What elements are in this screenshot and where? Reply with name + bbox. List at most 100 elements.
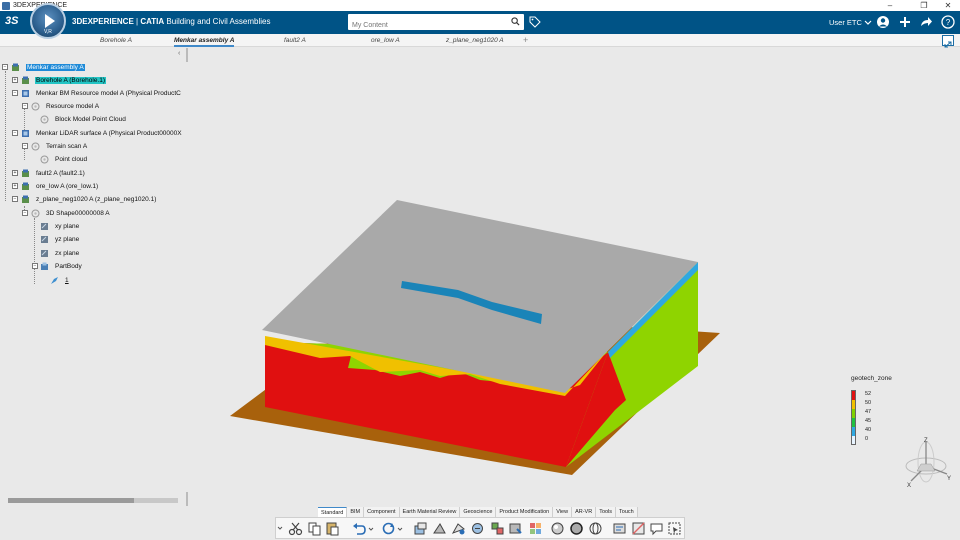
tree-node[interactable]: − z_plane_neg1020 A (z_plane_neg1020.1) [0,194,157,205]
collapse-icon[interactable]: − [22,143,28,149]
measure-icon[interactable] [612,521,627,536]
shading-icon[interactable] [550,521,565,536]
collapse-icon[interactable]: − [12,90,18,96]
plus-icon[interactable] [898,15,912,29]
cmdtab-product-modification[interactable]: Product Modification [496,507,554,517]
tree-label[interactable]: Menkar BM Resource model A (Physical Pro… [35,90,182,97]
expand-icon[interactable]: + [12,77,18,83]
cmdtab-bim[interactable]: BIM [347,507,365,517]
chevron-down-icon[interactable] [864,19,872,27]
wireframe-icon[interactable] [588,521,603,536]
cmdtab-earth-material-review[interactable]: Earth Material Review [399,507,461,517]
compass-button[interactable]: V,R [30,3,66,39]
search-input[interactable] [348,17,498,34]
tree-node[interactable]: + Borehole A (Borehole.1) [0,75,107,86]
tree-node[interactable]: + fault2 A (fault2.1) [0,168,86,179]
tree-node[interactable]: 1 [0,275,70,286]
tree-label[interactable]: Block Model Point Cloud [54,116,127,123]
tab-fault2[interactable]: fault2 A [284,34,306,47]
cut-icon[interactable] [288,521,303,536]
cmdtab-geoscience[interactable]: Geoscience [460,507,497,517]
profile-icon[interactable] [876,15,890,29]
close-button[interactable]: ✕ [938,0,958,11]
cmdtab-touch[interactable]: Touch [616,507,638,517]
cmdtab-standard[interactable]: Standard [318,507,348,517]
tree-label[interactable]: Menkar LiDAR surface A (Physical Product… [35,130,183,137]
cmdtab-view[interactable]: View [553,507,573,517]
insert-shape-icon[interactable] [432,521,447,536]
tree-node[interactable]: yz plane [0,234,80,245]
panel-splitter[interactable] [186,48,188,62]
tree-label[interactable]: Borehole A (Borehole.1) [35,77,107,84]
minimize-button[interactable]: – [880,0,900,11]
fullscreen-button[interactable] [942,35,954,48]
tree-label[interactable]: 3D Shape00000008 A [45,210,111,217]
tree-node[interactable]: − Menkar LiDAR surface A (Physical Produ… [0,128,183,139]
collapse-icon[interactable]: − [22,210,28,216]
section-icon[interactable] [631,521,646,536]
tree-label[interactable]: zx plane [54,250,80,257]
user-name[interactable]: User ETC [829,18,862,27]
tree-node[interactable]: zx plane [0,248,80,259]
tree-node[interactable]: − Resource model A [0,101,100,112]
tree-label[interactable]: z_plane_neg1020 A (z_plane_neg1020.1) [35,196,157,203]
cmdtab-tools[interactable]: Tools [596,507,617,517]
help-icon[interactable]: ? [941,15,955,29]
undo-icon[interactable] [352,521,367,536]
tree-label[interactable]: fault2 A (fault2.1) [35,170,86,177]
tree-node[interactable]: − Menkar BM Resource model A (Physical P… [0,88,182,99]
tab-ore-low[interactable]: ore_low A [371,34,400,47]
share-icon[interactable] [919,15,933,29]
add-tab-button[interactable]: + [523,34,528,47]
tree-label[interactable]: PartBody [54,263,83,270]
insert-existing-icon[interactable] [451,521,466,536]
actionbar-menu-icon[interactable] [276,521,284,536]
tab-menkar-assembly[interactable]: Menkar assembly A [174,34,235,47]
search-icon[interactable] [511,17,520,26]
tree-node[interactable]: − Terrain scan A [0,141,88,152]
tree-label[interactable]: Point cloud [54,156,88,163]
tree-node[interactable]: − PartBody [0,261,83,272]
cmdtab-ar-vr[interactable]: AR-VR [572,507,597,517]
tree-node[interactable]: Point cloud [0,154,88,165]
tree-node[interactable]: − Menkar assembly A [0,62,85,73]
collapse-icon[interactable]: − [12,196,18,202]
tag-icon[interactable] [529,16,541,28]
shading-edges-icon[interactable] [569,521,584,536]
collapse-icon[interactable]: − [12,130,18,136]
tree-label[interactable]: Resource model A [45,103,100,110]
panel-splitter-bottom[interactable] [186,492,188,506]
expand-icon[interactable]: + [12,170,18,176]
tree-node[interactable]: Block Model Point Cloud [0,114,127,125]
tree-horizontal-scrollbar[interactable] [8,498,178,503]
cmdtab-component[interactable]: Component [364,507,400,517]
tab-z-plane[interactable]: z_plane_neg1020 A [446,34,504,47]
restore-button[interactable]: ❐ [914,0,934,11]
search-box[interactable] [348,14,524,34]
tree-node[interactable]: + ore_low A (ore_low.1) [0,181,99,192]
tree-label[interactable]: ore_low A (ore_low.1) [35,183,99,190]
undo-dropdown-icon[interactable] [368,521,374,536]
replace-icon[interactable] [470,521,485,536]
color-icon[interactable] [528,521,543,536]
select-mode-icon[interactable] [667,521,682,536]
tab-borehole[interactable]: Borehole A [100,34,132,47]
engineering-connection-icon[interactable] [490,521,505,536]
expand-icon[interactable]: + [12,183,18,189]
collapse-tree-button[interactable]: ‹ [178,50,180,57]
update-icon[interactable] [381,521,396,536]
collapse-icon[interactable]: − [22,103,28,109]
insert-product-icon[interactable] [413,521,428,536]
tree-label[interactable]: Menkar assembly A [26,64,85,71]
annotation-icon[interactable] [649,521,664,536]
fix-icon[interactable] [508,521,523,536]
axis-triad-icon[interactable]: Z X Y [897,434,955,490]
tree-node[interactable]: − 3D Shape00000008 A [0,208,111,219]
tree-node[interactable]: xy plane [0,221,80,232]
tree-label[interactable]: yz plane [54,236,80,243]
tree-label[interactable]: xy plane [54,223,80,230]
collapse-icon[interactable]: − [32,263,38,269]
paste-icon[interactable] [325,521,340,536]
collapse-icon[interactable]: − [2,64,8,70]
scrollbar-thumb[interactable] [8,498,134,503]
